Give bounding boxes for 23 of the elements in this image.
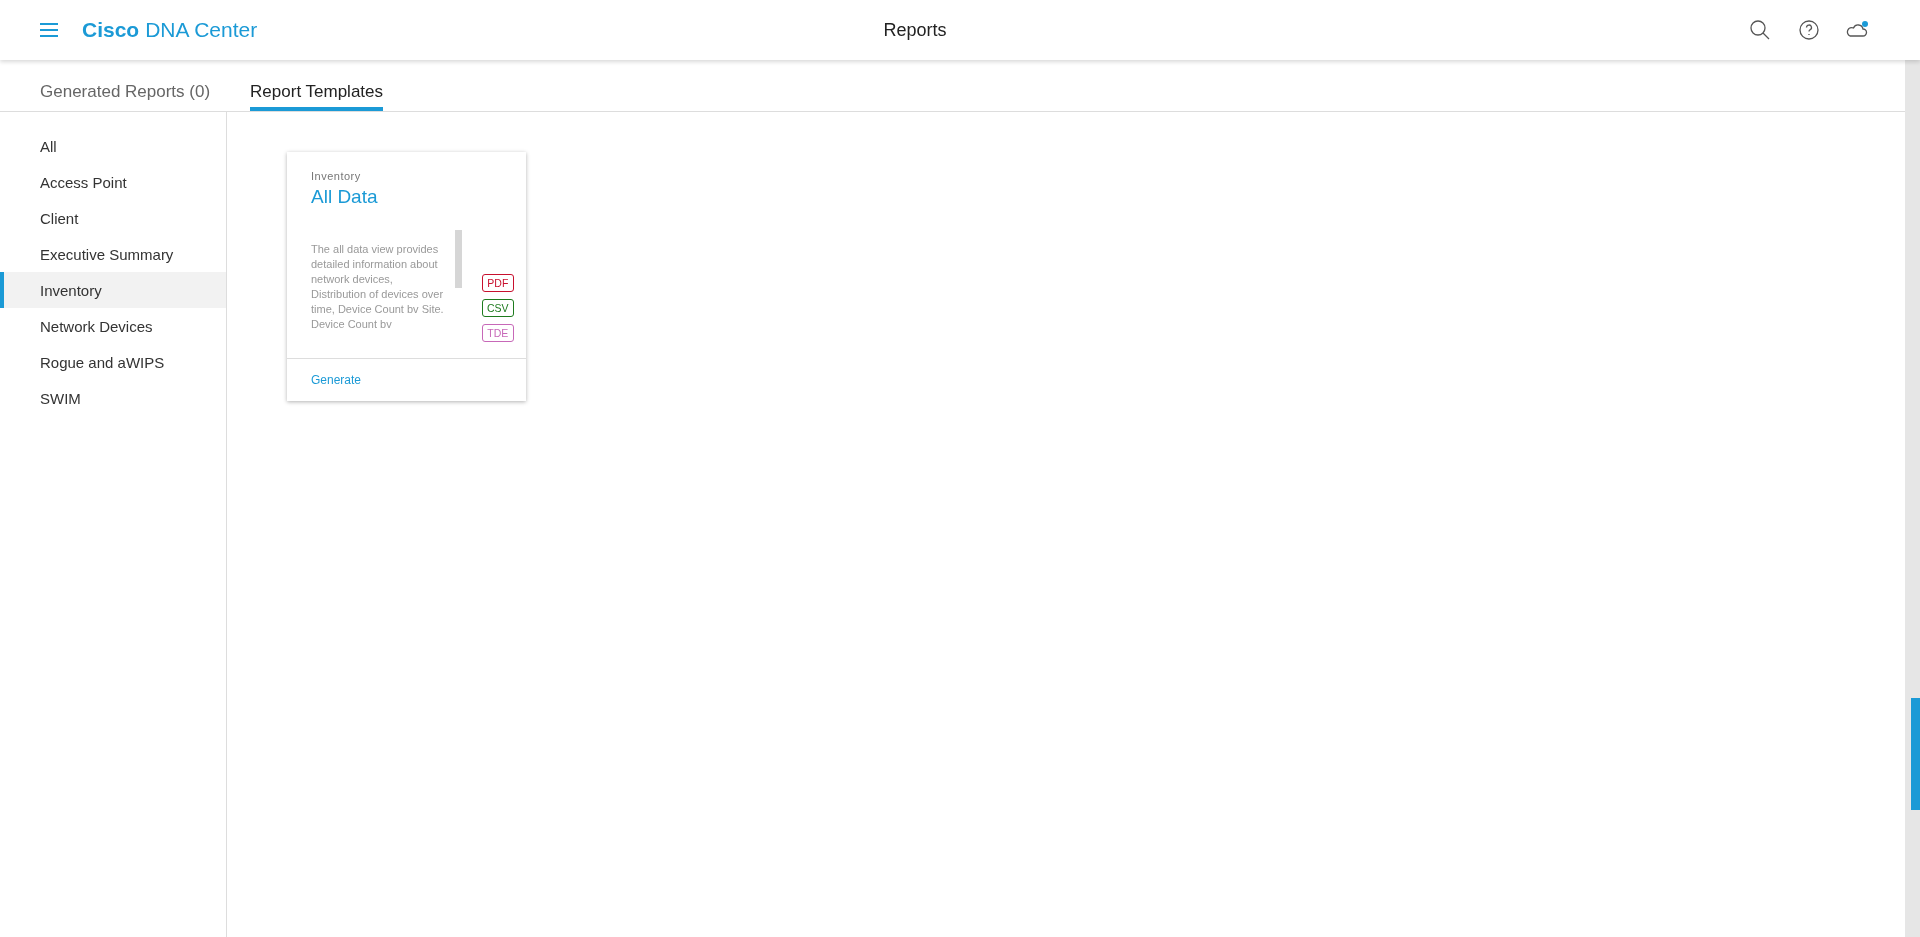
format-tag: PDF xyxy=(482,274,514,292)
tab[interactable]: Report Templates xyxy=(250,60,383,111)
card-description: The all data view provides detailed information about network devices, Distribution of devices over time, Device Count bv Site. Device Count bv xyxy=(311,242,445,332)
card-title: All Data xyxy=(311,186,379,208)
format-tag: CSV xyxy=(482,299,514,317)
page-title: Reports xyxy=(882,19,948,41)
menu-icon[interactable] xyxy=(40,23,58,37)
card-category: Inventory xyxy=(311,170,362,182)
sidebar-item[interactable]: Executive Summary xyxy=(0,236,226,272)
sidebar-item[interactable]: Network Devices xyxy=(0,308,226,344)
tab[interactable]: Generated Reports (0) xyxy=(40,60,211,111)
sidebar-item[interactable]: SWIM xyxy=(0,380,226,416)
scrollbar-thumb[interactable] xyxy=(455,230,462,288)
product-name: DNA Center xyxy=(145,18,258,42)
format-tag: TDE xyxy=(482,324,514,342)
sidebar-item[interactable]: Access Point xyxy=(0,164,226,200)
sidebar-item[interactable]: All xyxy=(0,128,226,164)
sidebar-item[interactable]: Rogue and aWIPS xyxy=(0,344,226,380)
brand-logo-text: Cisco xyxy=(82,18,140,42)
help-icon[interactable] xyxy=(1797,18,1821,42)
search-icon[interactable] xyxy=(1748,18,1772,42)
sidebar-item[interactable]: Inventory xyxy=(0,272,226,308)
sidebar-item[interactable]: Client xyxy=(0,200,226,236)
